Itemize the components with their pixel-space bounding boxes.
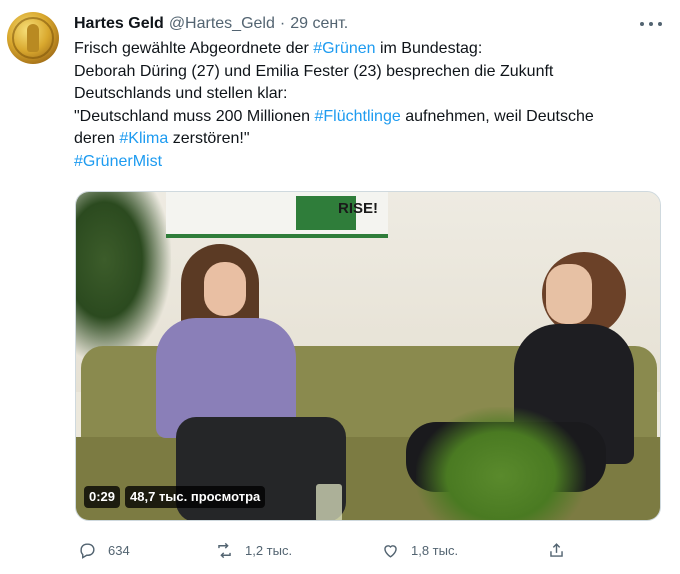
- text-segment: "Deutschland muss 200 Millionen: [74, 107, 315, 125]
- tweet[interactable]: Hartes Geld @Hartes_Geld · 29 сент. Fris…: [0, 0, 680, 574]
- reply-count: 634: [108, 542, 130, 558]
- video-person-right-face: [546, 264, 592, 324]
- hashtag-klima[interactable]: #Klima: [119, 130, 168, 147]
- video-duration: 0:29: [84, 486, 121, 508]
- video-glass: [316, 484, 342, 520]
- avatar[interactable]: [7, 12, 59, 64]
- video-plant-front: [416, 407, 586, 520]
- hashtag-fluechtlinge[interactable]: #Flüchtlinge: [314, 108, 400, 125]
- hashtag-gruenen[interactable]: #Grünen: [313, 40, 375, 57]
- like-count: 1,8 тыс.: [411, 542, 459, 558]
- poster-text: RISE!: [338, 200, 379, 217]
- retweet-button[interactable]: 1,2 тыс.: [215, 538, 292, 562]
- video-person-left-face: [204, 262, 246, 316]
- tweet-text-line: deren #Klima zerstören!": [74, 128, 664, 151]
- text-segment: im Bundestag:: [375, 40, 483, 57]
- author-name[interactable]: Hartes Geld: [74, 15, 164, 33]
- tweet-actions: 634 1,2 тыс. 1,8 тыс.: [75, 538, 661, 562]
- share-button[interactable]: [547, 538, 577, 562]
- text-segment: aufnehmen, weil Deutsche: [400, 107, 594, 125]
- video-info-badge: 0:29 48,7 тыс. просмотра: [84, 485, 266, 509]
- video-views: 48,7 тыс. просмотра: [125, 486, 266, 508]
- share-icon: [550, 542, 563, 557]
- tweet-text-line: Deborah Düring (27) und Emilia Fester (2…: [74, 62, 554, 80]
- reply-button[interactable]: 634: [78, 538, 130, 562]
- more-icon[interactable]: [640, 17, 662, 31]
- video-plant-left: [76, 192, 171, 362]
- timestamp[interactable]: 29 сент.: [290, 15, 348, 33]
- text-segment: deren: [74, 130, 120, 147]
- text-segment: Frisch gewählte Abgeordnete der: [74, 40, 314, 57]
- tweet-text: Frisch gewählte Abgeordnete der #Grünen …: [74, 38, 664, 173]
- retweet-count: 1,2 тыс.: [245, 542, 293, 558]
- tweet-text-line: Frisch gewählte Abgeordnete der #Grünen …: [74, 38, 664, 61]
- video-player[interactable]: RISE! 0:29 48,7 тыс. просмотра: [75, 191, 661, 521]
- tweet-text-line: "Deutschland muss 200 Millionen #Flüchtl…: [74, 106, 664, 129]
- author-handle[interactable]: @Hartes_Geld: [169, 15, 275, 33]
- text-segment: zerstören!": [168, 130, 250, 147]
- reply-icon: [80, 542, 95, 559]
- tweet-text-line: Deutschlands und stellen klar:: [74, 85, 288, 102]
- tweet-text-line: #GrünerMist: [74, 151, 664, 174]
- avatar-coin-figure: [27, 24, 39, 52]
- like-icon: [384, 544, 397, 558]
- hashtag-gruenermist[interactable]: #GrünerMist: [74, 153, 162, 170]
- tweet-header: Hartes Geld @Hartes_Geld · 29 сент.: [74, 13, 348, 35]
- retweet-icon: [218, 542, 231, 558]
- header-separator: ·: [279, 15, 286, 32]
- like-button[interactable]: 1,8 тыс.: [381, 538, 458, 562]
